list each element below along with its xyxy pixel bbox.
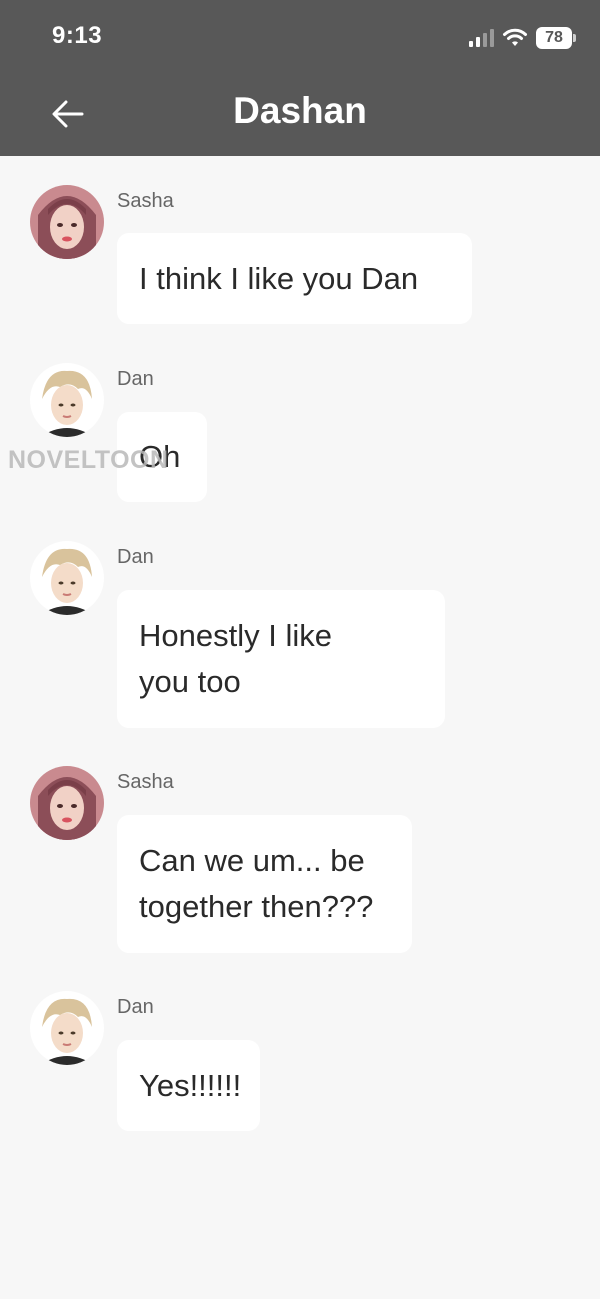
message-bubble[interactable]: I think I like you Dan — [117, 233, 472, 324]
status-icons: 78 — [469, 24, 576, 52]
sender-name: Sasha — [117, 190, 174, 212]
sender-name: Sasha — [117, 771, 174, 793]
sender-name: Dan — [117, 546, 154, 568]
sender-name: Dan — [117, 996, 154, 1018]
sasha-avatar[interactable] — [30, 185, 104, 259]
app-header: 9:13 78 Dashan — [0, 0, 600, 156]
dan-avatar[interactable] — [30, 541, 104, 615]
wifi-icon — [502, 28, 528, 48]
message-bubble[interactable]: Honestly I like you too — [117, 590, 445, 728]
message-text: I think I like you Dan — [139, 260, 419, 296]
chat-title: Dashan — [233, 90, 367, 131]
cellular-signal-icon — [469, 29, 494, 47]
chat-screen: 9:13 78 Dashan Sasha I think I like you … — [0, 0, 600, 1299]
battery-icon: 78 — [536, 27, 576, 49]
status-time: 9:13 — [52, 22, 103, 49]
message-text: Honestly I like you too — [139, 618, 332, 699]
sender-name: Dan — [117, 368, 154, 390]
dan-avatar[interactable] — [30, 363, 104, 437]
message-bubble[interactable]: Yes!!!!!! — [117, 1040, 260, 1131]
message-text: Yes!!!!!! — [139, 1067, 242, 1103]
message-text: Can we um... be together then??? — [139, 843, 374, 924]
message-bubble[interactable]: Can we um... be together then??? — [117, 815, 412, 953]
dan-avatar[interactable] — [30, 991, 104, 1065]
sasha-avatar[interactable] — [30, 766, 104, 840]
noveltoon-watermark: NOVELTOON — [8, 446, 169, 474]
